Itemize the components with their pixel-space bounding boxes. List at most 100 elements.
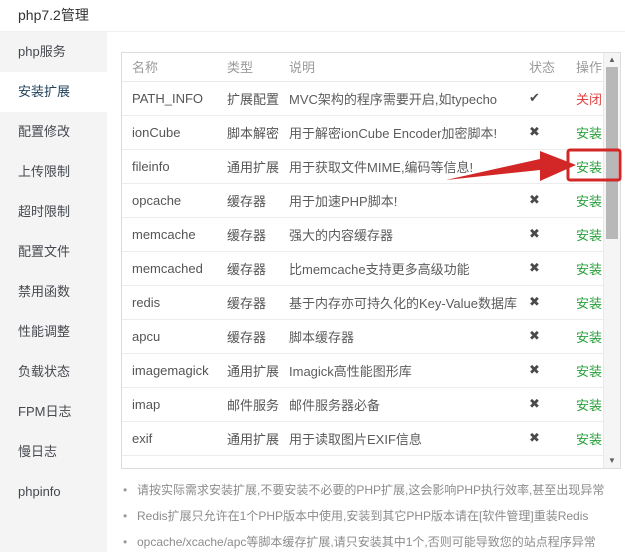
extension-table-container: 名称 类型 说明 状态 操作 PATH_INFO扩展配置MVC架构的程序需要开启…: [121, 52, 621, 469]
extension-name-cell: apcu: [122, 319, 217, 353]
cross-icon: ✖: [529, 226, 540, 241]
extension-name-cell: memcache: [122, 217, 217, 251]
install-extension-link[interactable]: 安装: [576, 296, 602, 311]
sidebar-item-upload-limit[interactable]: 上传限制: [0, 152, 107, 192]
extension-desc-cell: 用于解密ionCube Encoder加密脚本!: [279, 115, 519, 149]
scroll-up-icon[interactable]: ▲: [604, 54, 620, 66]
sidebar-item-install-extension[interactable]: 安装扩展: [0, 72, 107, 112]
close-extension-link[interactable]: 关闭: [576, 92, 602, 107]
cross-icon: ✖: [529, 294, 540, 309]
check-icon: ✔: [529, 90, 540, 105]
scroll-down-icon[interactable]: ▼: [604, 455, 620, 467]
title-bar: php7.2管理: [0, 0, 625, 32]
extension-name-cell: imagemagick: [122, 353, 217, 387]
extension-status-cell: ✖: [519, 251, 566, 285]
table-row: imap邮件服务邮件服务器必备✖安装: [122, 387, 603, 421]
extension-action-cell: 安装: [566, 183, 603, 217]
install-extension-link[interactable]: 安装: [576, 228, 602, 243]
table-scrollbar[interactable]: ▲ ▼: [603, 53, 620, 468]
table-row: redis缓存器基于内存亦可持久化的Key-Value数据库✖安装: [122, 285, 603, 319]
install-extension-link[interactable]: 安装: [576, 330, 602, 345]
extension-action-cell: 安装: [566, 251, 603, 285]
sidebar-item-config-modify[interactable]: 配置修改: [0, 112, 107, 152]
extension-action-cell: 安装: [566, 217, 603, 251]
note-item: •Redis扩展只允许在1个PHP版本中使用,安装到其它PHP版本请在[软件管理…: [121, 503, 623, 529]
install-extension-link[interactable]: 安装: [576, 160, 602, 175]
cross-icon: ✖: [529, 430, 540, 445]
cross-icon: ✖: [529, 158, 540, 173]
header-action: 操作: [566, 53, 603, 81]
extension-type-cell: 脚本解密: [217, 115, 279, 149]
extension-status-cell: ✖: [519, 115, 566, 149]
extension-type-cell: 扩展配置: [217, 81, 279, 115]
install-extension-link[interactable]: 安装: [576, 262, 602, 277]
extension-action-cell: 关闭: [566, 81, 603, 115]
sidebar: php服务安装扩展配置修改上传限制超时限制配置文件禁用函数性能调整负载状态FPM…: [0, 32, 107, 552]
table-row: exif通用扩展用于读取图片EXIF信息✖安装: [122, 421, 603, 455]
php-manager-window: php7.2管理 php服务安装扩展配置修改上传限制超时限制配置文件禁用函数性能…: [0, 0, 625, 552]
extension-table: 名称 类型 说明 状态 操作 PATH_INFO扩展配置MVC架构的程序需要开启…: [122, 53, 603, 456]
install-extension-link[interactable]: 安装: [576, 126, 602, 141]
extension-type-cell: 通用扩展: [217, 149, 279, 183]
extension-type-cell: 缓存器: [217, 217, 279, 251]
sidebar-item-load-status[interactable]: 负载状态: [0, 352, 107, 392]
cross-icon: ✖: [529, 362, 540, 377]
install-extension-link[interactable]: 安装: [576, 398, 602, 413]
sidebar-item-disabled-functions[interactable]: 禁用函数: [0, 272, 107, 312]
extension-name-cell: memcached: [122, 251, 217, 285]
extension-action-cell: 安装: [566, 353, 603, 387]
header-desc: 说明: [279, 53, 519, 81]
extension-name-cell: redis: [122, 285, 217, 319]
extension-action-cell: 安装: [566, 319, 603, 353]
extension-desc-cell: 用于获取文件MIME,编码等信息!: [279, 149, 519, 183]
extension-type-cell: 邮件服务: [217, 387, 279, 421]
extension-desc-cell: Imagick高性能图形库: [279, 353, 519, 387]
sidebar-item-slow-log[interactable]: 慢日志: [0, 432, 107, 472]
cross-icon: ✖: [529, 124, 540, 139]
extension-status-cell: ✔: [519, 81, 566, 115]
notes-list: •请按实际需求安装扩展,不要安装不必要的PHP扩展,这会影响PHP执行效率,甚至…: [121, 477, 623, 552]
extension-name-cell: ionCube: [122, 115, 217, 149]
extension-status-cell: ✖: [519, 183, 566, 217]
extension-name-cell: imap: [122, 387, 217, 421]
extension-type-cell: 缓存器: [217, 183, 279, 217]
extension-action-cell: 安装: [566, 421, 603, 455]
install-extension-link[interactable]: 安装: [576, 194, 602, 209]
note-item: •opcache/xcache/apc等脚本缓存扩展,请只安装其中1个,否则可能…: [121, 529, 623, 552]
install-extension-link[interactable]: 安装: [576, 364, 602, 379]
extension-type-cell: 通用扩展: [217, 421, 279, 455]
cross-icon: ✖: [529, 396, 540, 411]
extension-action-cell: 安装: [566, 149, 603, 183]
table-row: apcu缓存器脚本缓存器✖安装: [122, 319, 603, 353]
extension-status-cell: ✖: [519, 421, 566, 455]
install-extension-link[interactable]: 安装: [576, 432, 602, 447]
extension-status-cell: ✖: [519, 149, 566, 183]
cross-icon: ✖: [529, 328, 540, 343]
extension-table-body: PATH_INFO扩展配置MVC架构的程序需要开启,如typecho✔关闭ion…: [122, 81, 603, 455]
sidebar-item-timeout-limit[interactable]: 超时限制: [0, 192, 107, 232]
table-header-row: 名称 类型 说明 状态 操作: [122, 53, 603, 81]
table-row: fileinfo通用扩展用于获取文件MIME,编码等信息!✖安装: [122, 149, 603, 183]
sidebar-item-config-file[interactable]: 配置文件: [0, 232, 107, 272]
scrollbar-thumb[interactable]: [606, 67, 618, 239]
extension-name-cell: exif: [122, 421, 217, 455]
bullet-icon: •: [123, 529, 127, 552]
header-type: 类型: [217, 53, 279, 81]
extension-desc-cell: MVC架构的程序需要开启,如typecho: [279, 81, 519, 115]
sidebar-item-phpinfo[interactable]: phpinfo: [0, 472, 107, 512]
extension-action-cell: 安装: [566, 285, 603, 319]
table-row: imagemagick通用扩展Imagick高性能图形库✖安装: [122, 353, 603, 387]
cross-icon: ✖: [529, 192, 540, 207]
extension-action-cell: 安装: [566, 115, 603, 149]
sidebar-item-php-service[interactable]: php服务: [0, 32, 107, 72]
note-item: •请按实际需求安装扩展,不要安装不必要的PHP扩展,这会影响PHP执行效率,甚至…: [121, 477, 623, 503]
table-row: opcache缓存器用于加速PHP脚本!✖安装: [122, 183, 603, 217]
extension-desc-cell: 脚本缓存器: [279, 319, 519, 353]
table-row: ionCube脚本解密用于解密ionCube Encoder加密脚本! ✖ 安装: [122, 115, 603, 149]
extension-status-cell: ✖: [519, 353, 566, 387]
extension-status-cell: ✖: [519, 217, 566, 251]
extension-desc-cell: 基于内存亦可持久化的Key-Value数据库: [279, 285, 519, 319]
sidebar-item-fpm-log[interactable]: FPM日志: [0, 392, 107, 432]
bullet-icon: •: [123, 477, 127, 503]
sidebar-item-performance-tune[interactable]: 性能调整: [0, 312, 107, 352]
